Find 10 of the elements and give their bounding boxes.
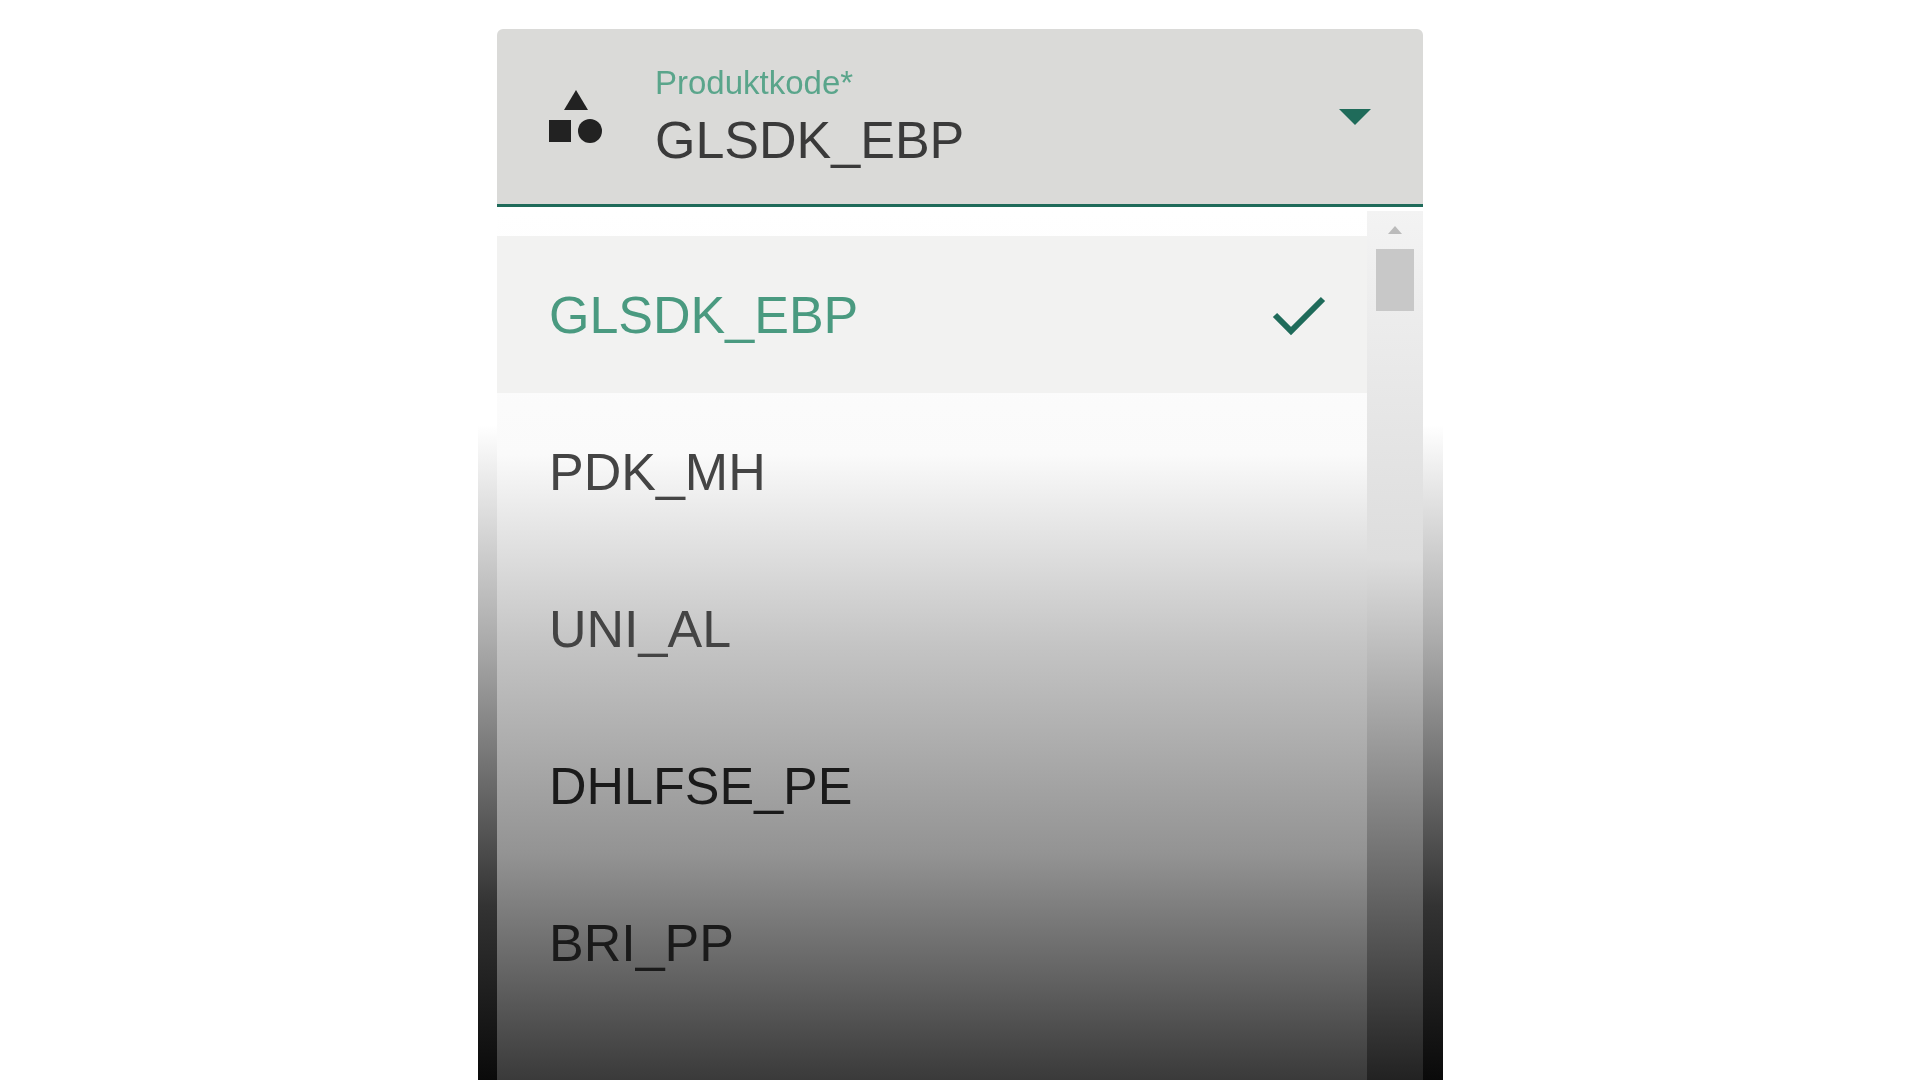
scrollbar-thumb[interactable] bbox=[1376, 249, 1414, 311]
option-item[interactable]: DHLFSE_PE bbox=[497, 707, 1367, 864]
field-label: Produktkode* bbox=[655, 63, 855, 102]
option-item[interactable]: BRI_PP bbox=[497, 864, 1367, 1021]
option-item[interactable]: UNI_AL bbox=[497, 550, 1367, 707]
option-item[interactable]: PDK_MH bbox=[497, 393, 1367, 550]
option-item[interactable]: GLSDK_EBP bbox=[497, 236, 1367, 393]
scrollbar[interactable] bbox=[1367, 211, 1423, 1080]
field-value: GLSDK_EBP bbox=[655, 109, 966, 170]
caret-icon[interactable] bbox=[1337, 106, 1373, 127]
